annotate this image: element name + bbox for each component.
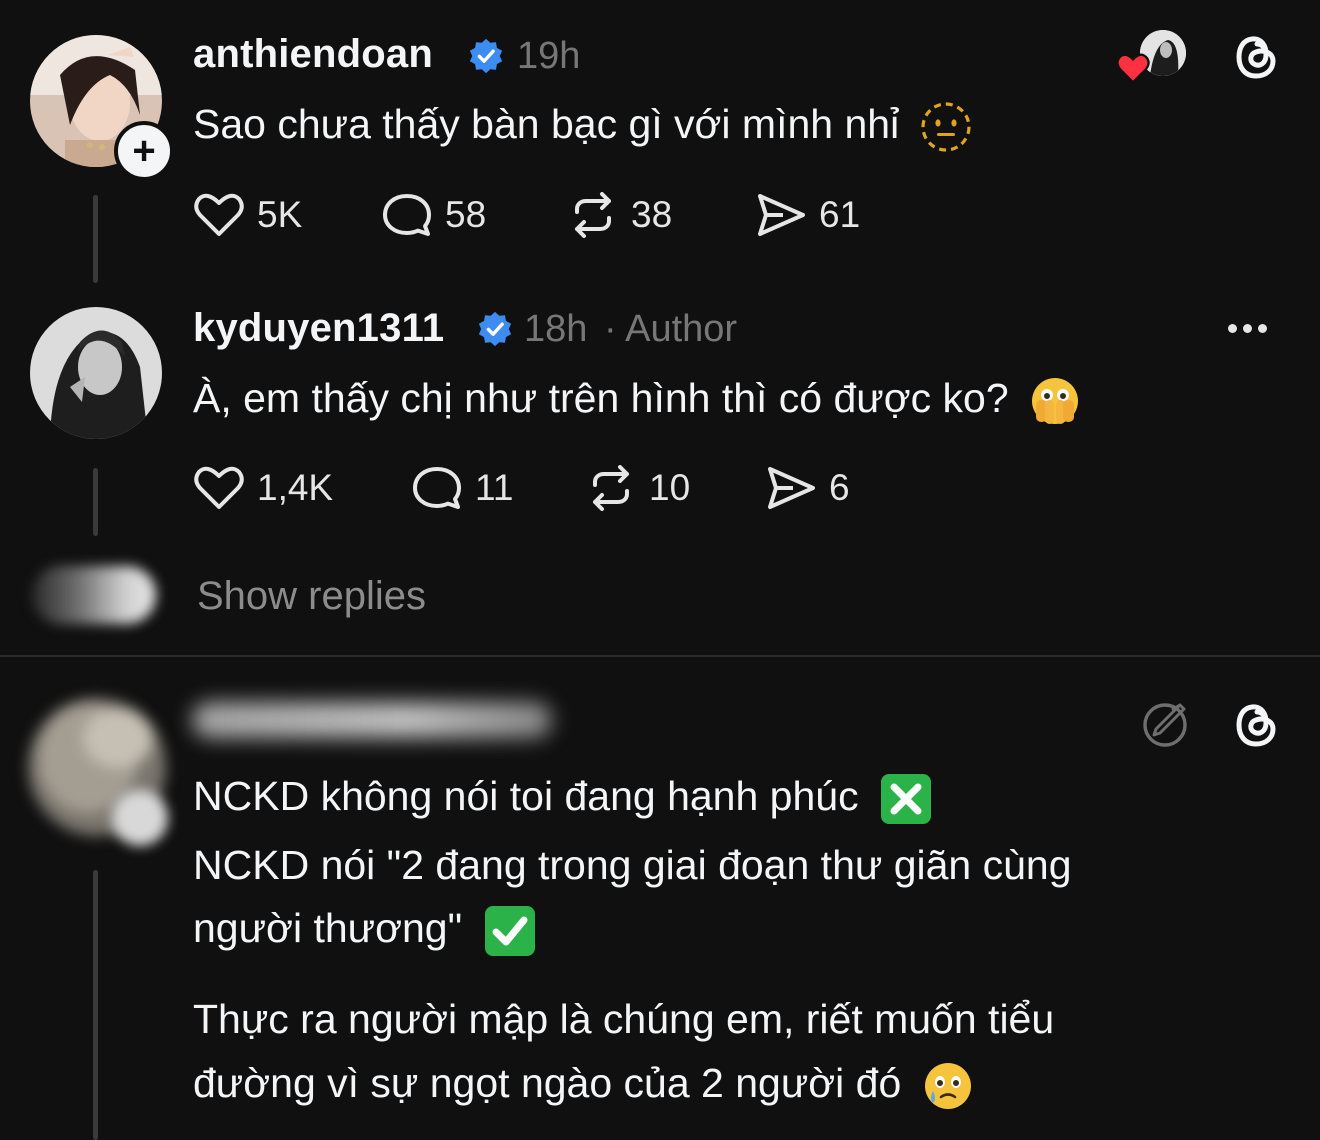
post-text-line: NCKD nói "2 đang trong giai đoạn thư giã… xyxy=(193,833,1072,897)
repost-action[interactable]: 38 xyxy=(567,192,672,238)
post-text-line: người thương" xyxy=(193,896,538,960)
share-count: 61 xyxy=(819,194,861,235)
heart-icon xyxy=(194,466,244,509)
share-count: 6 xyxy=(829,467,850,508)
author-tag: · Author xyxy=(604,308,738,350)
comment-action[interactable]: 58 xyxy=(381,192,486,238)
post-username[interactable]: anthiendoan xyxy=(193,32,433,77)
repost-count: 10 xyxy=(649,467,691,508)
post-text-line: Thực ra người mập là chúng em, riết muốn… xyxy=(193,987,1054,1051)
more-options-button[interactable] xyxy=(1228,318,1272,338)
post-text-content: người thương" xyxy=(193,905,463,951)
post-username[interactable]: kyduyen1311 xyxy=(193,306,444,351)
avatar-kyduyen1311[interactable] xyxy=(30,307,162,439)
avatar-badge-blurred xyxy=(112,790,168,846)
hidden-post-icon[interactable] xyxy=(1140,700,1190,750)
post-text-content: đường vì sự ngọt ngào của 2 người đó xyxy=(193,1060,902,1106)
show-replies-link[interactable]: Show replies xyxy=(197,574,426,619)
send-icon xyxy=(758,194,805,236)
check-mark-emoji xyxy=(484,906,535,957)
post-time: 18h xyxy=(524,308,588,350)
face-with-open-eyes-and-hand-over-mouth-emoji xyxy=(1032,378,1079,425)
like-count: 5K xyxy=(257,194,303,235)
post-text-content: Sao chưa thấy bàn bạc gì với mình nhỉ xyxy=(193,101,900,147)
comment-action[interactable]: 11 xyxy=(411,465,513,511)
heart-filled-icon xyxy=(1116,53,1150,84)
threads-logo-icon[interactable] xyxy=(1231,30,1281,84)
comment-bubble-icon xyxy=(383,194,431,236)
divider xyxy=(0,655,1320,657)
thread-line xyxy=(93,468,98,536)
post-text: À, em thấy chị như trên hình thì có được… xyxy=(193,366,1082,430)
dotted-line-face-emoji xyxy=(921,102,971,152)
comment-bubble-icon xyxy=(413,467,461,509)
post-text: Sao chưa thấy bàn bạc gì với mình nhỉ xyxy=(193,92,973,156)
post-text-content: NCKD không nói toi đang hạnh phúc xyxy=(193,773,859,819)
post-time: 19h xyxy=(517,35,581,77)
thread-line xyxy=(93,870,98,1140)
post-text-line: NCKD không nói toi đang hạnh phúc xyxy=(193,764,934,828)
repost-icon xyxy=(575,192,611,238)
verified-badge-icon xyxy=(469,38,503,74)
post-text-content: À, em thấy chị như trên hình thì có được… xyxy=(193,375,1009,421)
like-action[interactable]: 5K xyxy=(193,192,302,238)
repost-icon xyxy=(593,465,629,511)
share-action[interactable]: 61 xyxy=(755,192,860,238)
repost-action[interactable]: 10 xyxy=(585,465,690,511)
cross-mark-emoji xyxy=(880,774,931,825)
verified-badge-icon xyxy=(478,311,512,347)
like-action[interactable]: 1,4K xyxy=(193,465,333,511)
send-icon xyxy=(768,467,815,509)
reply-avatars-blurred[interactable] xyxy=(32,566,156,624)
threads-feed: + anthiendoan 19h Sao chưa thấy bàn bạc … xyxy=(0,0,1320,1140)
comment-count: 58 xyxy=(445,194,487,235)
username-blurred[interactable] xyxy=(192,702,552,738)
more-dots-icon xyxy=(1228,323,1267,333)
share-action[interactable]: 6 xyxy=(765,465,850,511)
heart-icon xyxy=(194,193,244,236)
post-text-content: Thực ra người mập là chúng em, riết muốn… xyxy=(193,996,1055,1042)
like-count: 1,4K xyxy=(257,467,334,508)
face-holding-back-tears-emoji xyxy=(924,1063,971,1110)
liked-by-indicator[interactable] xyxy=(1116,30,1188,84)
thread-line xyxy=(93,195,98,283)
post-text-line: đường vì sự ngọt ngào của 2 người đó xyxy=(193,1051,975,1115)
comment-count: 11 xyxy=(475,467,514,508)
follow-plus-button[interactable]: + xyxy=(114,121,174,181)
repost-count: 38 xyxy=(631,194,673,235)
threads-logo-icon[interactable] xyxy=(1231,698,1281,752)
post-text-content: NCKD nói "2 đang trong giai đoạn thư giã… xyxy=(193,842,1072,888)
